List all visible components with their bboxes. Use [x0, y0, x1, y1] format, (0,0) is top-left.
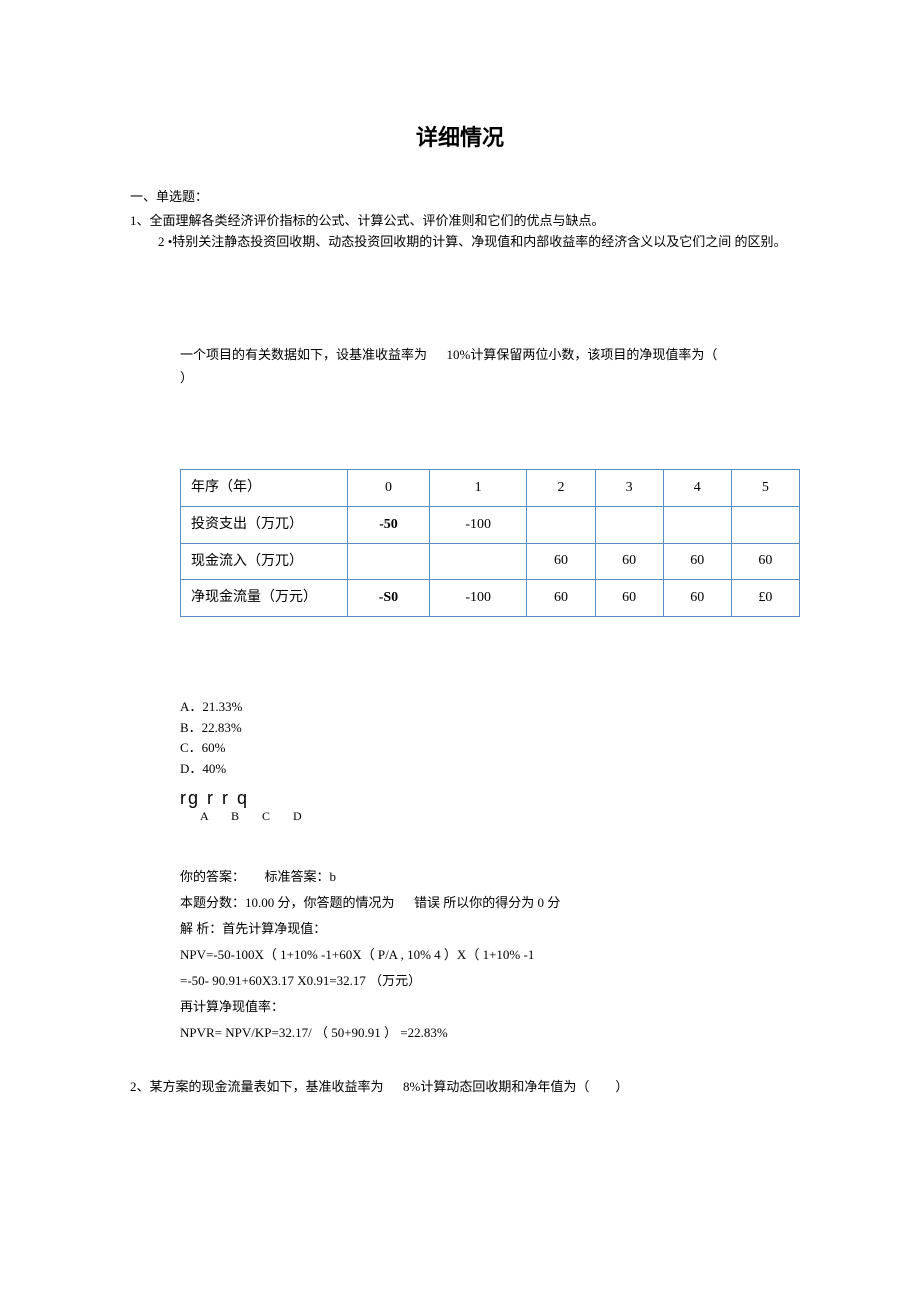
q2-prompt-before: 2、某方案的现金流量表如下，基准收益率为 — [130, 1079, 384, 1094]
option-b: B．22.83% — [180, 718, 790, 739]
calc-line-4: NPVR= NPV/KP=32.17/ （ 50+90.91 ） =22.83% — [180, 1020, 790, 1046]
cell: 0 — [348, 470, 430, 507]
row-label: 现金流入（万兀） — [181, 543, 348, 580]
option-c: C．60% — [180, 738, 790, 759]
cell: 1 — [429, 470, 527, 507]
cell — [595, 506, 663, 543]
calc-line-2: =-50- 90.91+60X3.17 X0.91=32.17 （万元） — [180, 973, 421, 988]
your-answer-label: 你的答案： — [180, 869, 245, 884]
table-row: 年序（年） 0 1 2 3 4 5 — [181, 470, 800, 507]
cell: 60 — [663, 580, 731, 617]
std-answer: 标准答案：b — [265, 869, 337, 884]
cell: 60 — [527, 580, 595, 617]
cell — [527, 506, 595, 543]
cell — [663, 506, 731, 543]
q2-prompt-rate: 8%计算动态回收期和净年值为（ — [403, 1079, 589, 1094]
row-label: 投资支出（万兀） — [181, 506, 348, 543]
q1-options: A．21.33% B．22.83% C．60% D．40% — [180, 697, 790, 780]
cell: 60 — [527, 543, 595, 580]
cell: -100 — [429, 580, 527, 617]
option-a: A．21.33% — [180, 697, 790, 718]
table-row: 净现金流量（万元） -S0 -100 60 60 60 £0 — [181, 580, 800, 617]
calc-line-3: 再计算净现值率： — [180, 994, 790, 1020]
cell: 2 — [527, 470, 595, 507]
cell: 4 — [663, 470, 731, 507]
q1-table: 年序（年） 0 1 2 3 4 5 投资支出（万兀） -50 -100 现金流入… — [180, 469, 790, 616]
cell: -S0 — [348, 580, 430, 617]
cell: -100 — [429, 506, 527, 543]
cell: 3 — [595, 470, 663, 507]
analysis-label: 解 析：首先计算净现值： — [180, 916, 790, 942]
row-label: 净现金流量（万元） — [181, 580, 348, 617]
cell: 60 — [731, 543, 799, 580]
option-d: D．40% — [180, 759, 790, 780]
point-1: 1、全面理解各类经济评价指标的公式、计算公式、评价准则和它们的优点与缺点。 — [130, 211, 790, 232]
q2-prompt-close: ） — [615, 1079, 628, 1094]
page-title: 详细情况 — [130, 120, 790, 152]
radio-glyphs[interactable]: rg r r q — [180, 788, 790, 809]
table-row: 投资支出（万兀） -50 -100 — [181, 506, 800, 543]
table-row: 现金流入（万兀） 60 60 60 60 — [181, 543, 800, 580]
q1-prompt: 一个项目的有关数据如下，设基准收益率为 10%计算保留两位小数，该项目的净现值率… — [180, 343, 790, 390]
section-heading: 一、单选题： — [130, 186, 790, 205]
q1-prompt-close: ） — [180, 370, 193, 385]
q1-answer-block: 你的答案： 标准答案：b 本题分数：10.00 分，你答题的情况为 错误 所以你… — [180, 864, 790, 1046]
q1-prompt-before: 一个项目的有关数据如下，设基准收益率为 — [180, 347, 427, 362]
cell: -50 — [348, 506, 430, 543]
cell: 60 — [663, 543, 731, 580]
q1-prompt-rate: 10%计算保留两位小数，该项目的净现值率为（ — [447, 347, 718, 362]
radio-labels: A B C D — [200, 809, 790, 824]
cell: 60 — [595, 543, 663, 580]
cell — [429, 543, 527, 580]
score-line-a: 本题分数：10.00 分，你答题的情况为 — [180, 895, 395, 910]
q2-prompt: 2、某方案的现金流量表如下，基准收益率为 8%计算动态回收期和净年值为（ ） — [130, 1076, 790, 1095]
score-line-b: 错误 所以你的得分为 0 分 — [414, 895, 560, 910]
cell: 60 — [595, 580, 663, 617]
point-2: 2 •特别关注静态投资回收期、动态投资回收期的计算、净现值和内部收益率的经济含义… — [158, 232, 790, 253]
row-label: 年序（年） — [181, 470, 348, 507]
calc-line-1: NPV=-50-100X（ 1+10% -1+60X（ P/A , 10% 4 … — [180, 942, 790, 968]
cell: £0 — [731, 580, 799, 617]
cell: 5 — [731, 470, 799, 507]
cell — [348, 543, 430, 580]
cell — [731, 506, 799, 543]
